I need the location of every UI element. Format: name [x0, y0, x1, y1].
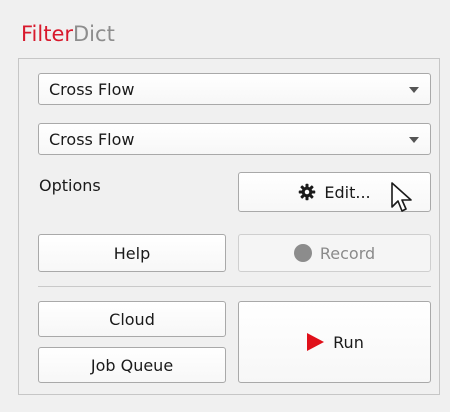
title-part-dict: Dict [73, 22, 115, 46]
run-button-label: Run [333, 332, 364, 352]
chevron-down-icon [409, 87, 419, 93]
play-icon [307, 333, 325, 351]
help-button[interactable]: Help [38, 234, 226, 272]
case-type-dropdown-1[interactable]: Cross Flow [38, 73, 431, 105]
gear-icon [299, 183, 316, 201]
help-button-label: Help [113, 243, 151, 263]
app-title: FilterDict [21, 21, 115, 47]
options-label: Options [39, 176, 101, 195]
cloud-button-label: Cloud [109, 309, 155, 329]
divider [38, 286, 431, 287]
chevron-down-icon [409, 137, 419, 143]
record-button-label: Record [319, 243, 376, 263]
dropdown-2-value: Cross Flow [49, 130, 135, 149]
case-type-dropdown-2[interactable]: Cross Flow [38, 123, 431, 155]
mouse-pointer-icon [391, 182, 412, 212]
dropdown-1-value: Cross Flow [49, 80, 135, 99]
record-icon [293, 244, 312, 262]
job-queue-button[interactable]: Job Queue [38, 347, 226, 383]
job-queue-button-label: Job Queue [90, 355, 174, 375]
edit-button-label: Edit... [324, 182, 371, 202]
cloud-button[interactable]: Cloud [38, 301, 226, 337]
run-button[interactable]: Run [238, 301, 431, 383]
title-part-filter: Filter [21, 22, 74, 46]
record-button[interactable]: Record [238, 234, 431, 272]
control-panel: Cross Flow Cross Flow Options Edit... He… [18, 58, 440, 395]
